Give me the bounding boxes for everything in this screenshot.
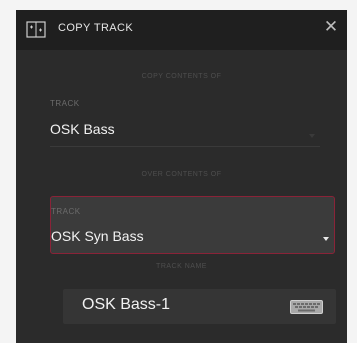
- track-name-value: OSK Bass-1: [82, 296, 171, 313]
- dialog-titlebar: COPY TRACK ✕: [16, 10, 347, 50]
- destination-track-select[interactable]: TRACK OSK Syn Bass: [50, 196, 335, 254]
- close-icon[interactable]: ✕: [323, 19, 339, 36]
- destination-track-value: OSK Syn Bass: [51, 228, 144, 244]
- keyboard-icon[interactable]: [290, 300, 323, 314]
- chevron-down-icon[interactable]: [323, 237, 329, 241]
- chevron-down-icon: [309, 134, 315, 138]
- track-name-label: TRACK NAME: [156, 263, 207, 270]
- track-name-input[interactable]: OSK Bass-1: [63, 289, 336, 324]
- over-contents-of-label: OVER CONTENTS OF: [141, 171, 222, 178]
- dialog-title: COPY TRACK: [58, 22, 134, 34]
- source-track-label: TRACK: [50, 99, 80, 108]
- destination-track-label: TRACK: [51, 207, 81, 216]
- copy-track-dialog: COPY TRACK ✕ COPY CONTENTS OF TRACK OSK …: [16, 10, 347, 343]
- copy-contents-of-label: COPY CONTENTS OF: [141, 73, 222, 80]
- source-track-value: OSK Bass: [50, 121, 115, 137]
- copy-track-icon: [26, 21, 46, 38]
- divider: [50, 146, 320, 147]
